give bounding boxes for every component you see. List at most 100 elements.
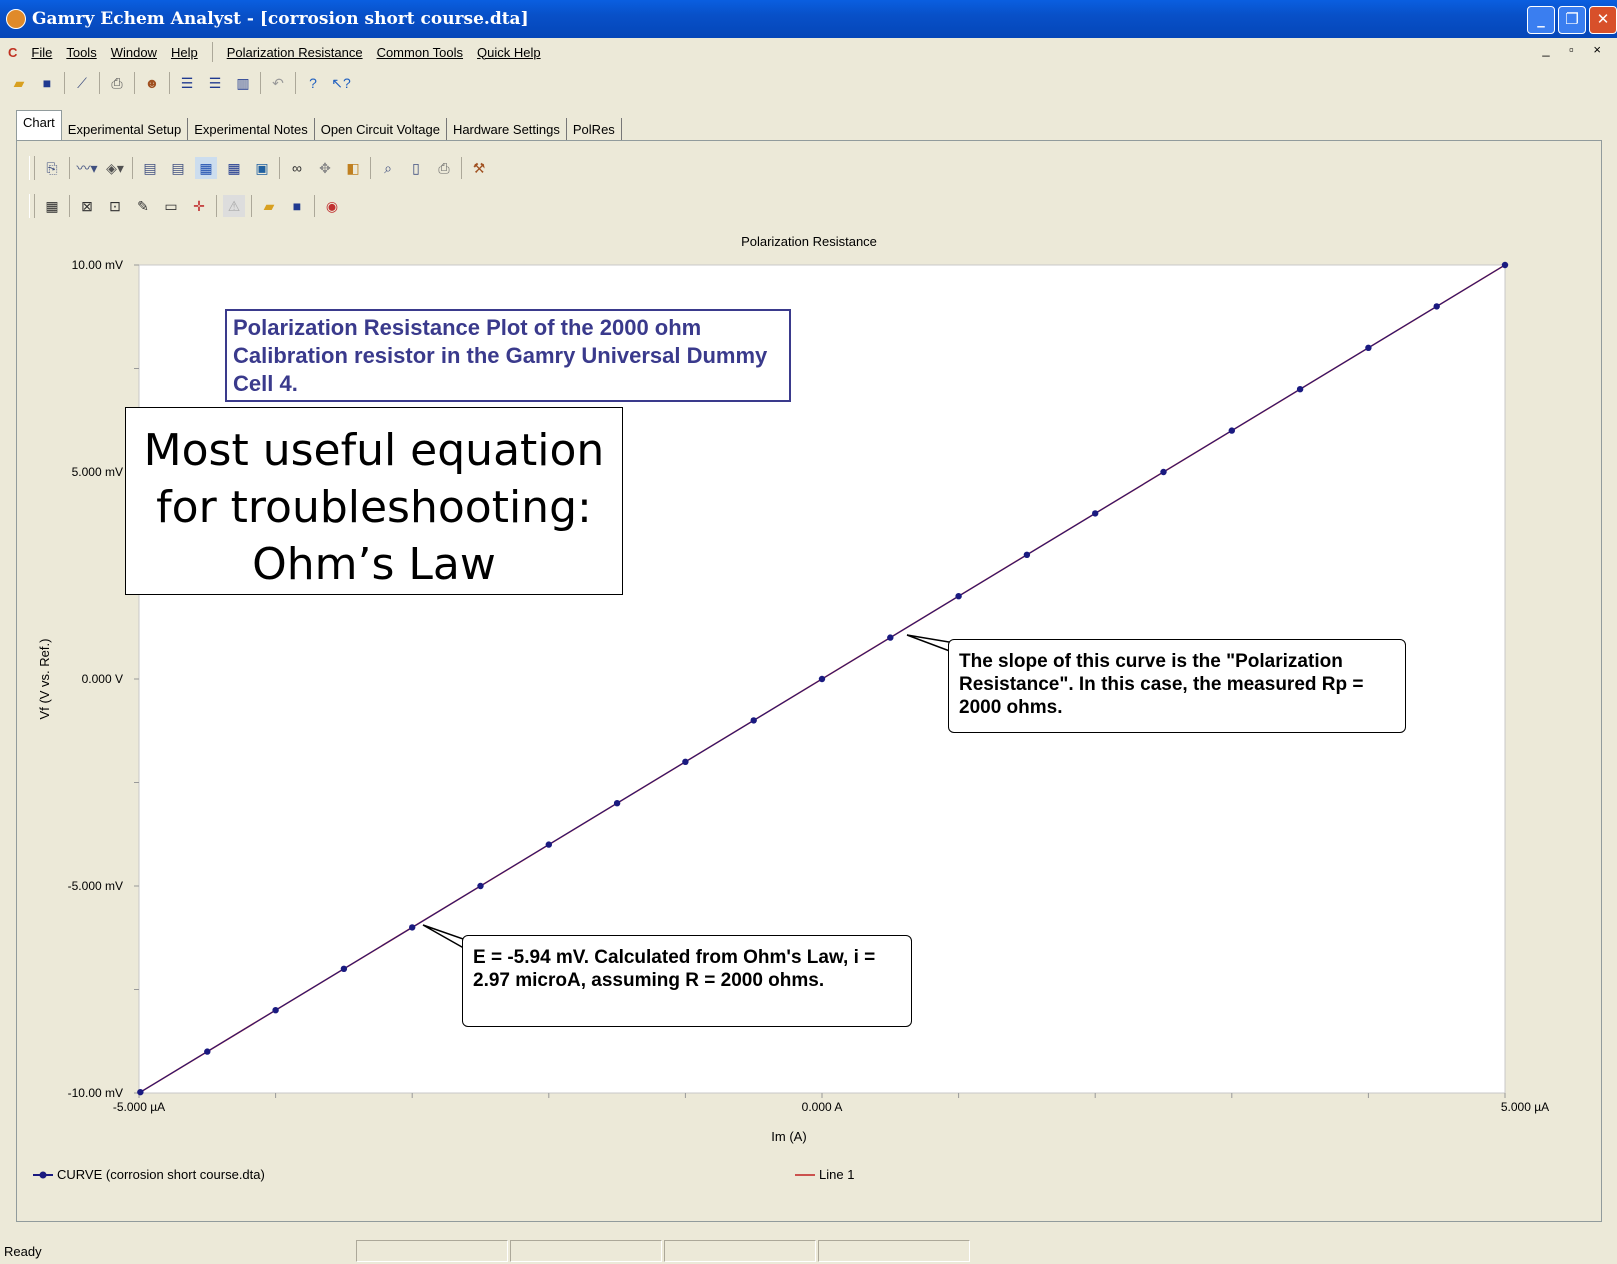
data-view-icon[interactable]: ▦ [195, 157, 217, 179]
slope-callout[interactable]: The slope of this curve is the "Polariza… [948, 639, 1406, 733]
chart-icon[interactable]: ⟋ [71, 72, 93, 94]
data-point[interactable] [137, 1088, 144, 1096]
pan-icon[interactable]: ✥ [314, 157, 336, 179]
properties-icon[interactable]: ▦ [41, 195, 63, 217]
tab-hardware-settings[interactable]: Hardware Settings [446, 118, 567, 141]
data-point[interactable] [272, 1007, 279, 1014]
toolbar-grip[interactable] [29, 156, 35, 180]
minimize-button[interactable]: _ [1527, 6, 1555, 34]
y-tick-label: 10.00 mV [72, 258, 123, 272]
toolbar-separator [134, 72, 135, 94]
tab-open-circuit-voltage[interactable]: Open Circuit Voltage [314, 118, 447, 141]
cascade-icon[interactable]: ☰ [204, 72, 226, 94]
tab-chart[interactable]: Chart [16, 110, 62, 141]
data-point[interactable] [1365, 344, 1372, 351]
y-tick-label: -5.000 mV [68, 879, 123, 893]
table-icon[interactable]: ▦ [223, 157, 245, 179]
zoom-icon[interactable]: ⌕ [377, 157, 399, 179]
save-template-icon[interactable]: ■ [286, 195, 308, 217]
status-panel-2 [510, 1240, 662, 1262]
copy-icon[interactable]: ⎘ [41, 157, 63, 179]
hammer-icon[interactable]: ⚒ [468, 157, 490, 179]
clipboard-icon[interactable]: ▭ [160, 195, 182, 217]
context-help-icon[interactable]: ↖? [330, 72, 352, 94]
select-x-icon[interactable]: ⊠ [76, 195, 98, 217]
tile-vertical-icon[interactable]: ▥ [232, 72, 254, 94]
eye-icon[interactable]: ◉ [321, 195, 343, 217]
menu-window[interactable]: Window [111, 45, 157, 60]
toolbar-separator [279, 157, 280, 179]
close-button[interactable]: ✕ [1589, 6, 1617, 34]
chart-toolbar-1: ⎘ 〰▾ ◈▾ ▤ ▤ ▦ ▦ ▣ ∞ ✥ ◧ ⌕ ▯ ⎙ ⚒ [29, 153, 490, 183]
legend-item-curve[interactable]: CURVE (corrosion short course.dta) [33, 1167, 265, 1182]
save-icon[interactable]: ■ [36, 72, 58, 94]
warning-icon[interactable]: ⚠ [223, 195, 245, 217]
chart-type-icon[interactable]: 〰▾ [76, 157, 98, 179]
data-point[interactable] [887, 634, 894, 641]
data-point[interactable] [1160, 468, 1167, 476]
y-tick-label: 5.000 mV [72, 465, 123, 479]
point-callout[interactable]: E = -5.94 mV. Calculated from Ohm's Law,… [462, 935, 912, 1027]
mdi-controls[interactable]: _ ▫ × [1542, 42, 1609, 57]
menu-file[interactable]: File [31, 45, 52, 60]
open-folder-icon[interactable]: ▰ [8, 72, 30, 94]
select-y-icon[interactable]: ⊡ [104, 195, 126, 217]
data-point[interactable] [1501, 261, 1509, 269]
user-icon[interactable]: ☻ [141, 72, 163, 94]
print-preview-icon[interactable]: ▯ [405, 157, 427, 179]
data-point[interactable] [750, 717, 757, 724]
toolbar-separator [99, 72, 100, 94]
tab-polres[interactable]: PolRes [566, 118, 622, 141]
restore-button[interactable]: ❐ [1558, 6, 1586, 34]
data-point[interactable] [1228, 427, 1236, 434]
data-point[interactable] [545, 841, 552, 848]
tab-experimental-setup[interactable]: Experimental Setup [61, 118, 189, 141]
menu-common-tools[interactable]: Common Tools [377, 45, 463, 60]
tab-experimental-notes[interactable]: Experimental Notes [188, 118, 315, 141]
menu-polarization-resistance[interactable]: Polarization Resistance [227, 45, 363, 60]
data-point[interactable] [204, 1048, 211, 1055]
x-axis-label: Im (A) [771, 1129, 806, 1144]
data-point[interactable] [1092, 510, 1099, 517]
document-icon[interactable]: C [8, 45, 17, 60]
main-toolbar: ▰ ■ ⟋ ⎙ ☻ ☰ ☰ ▥ ↶ ? ↖? [8, 68, 352, 98]
data-point[interactable] [1296, 386, 1304, 393]
menu-quick-help[interactable]: Quick Help [477, 45, 541, 60]
cursor-icon[interactable]: ✛ [188, 195, 210, 217]
freehand-select-icon[interactable]: ✎ [132, 195, 154, 217]
page2-icon[interactable]: ▤ [167, 157, 189, 179]
menu-bar: C File Tools Window Help Polarization Re… [0, 38, 1617, 66]
toolbar-grip[interactable] [29, 194, 35, 218]
print-icon[interactable]: ⎙ [106, 72, 128, 94]
fill-color-icon[interactable]: ◈▾ [104, 157, 126, 179]
status-panel-3 [664, 1240, 816, 1262]
undo-icon[interactable]: ↶ [267, 72, 289, 94]
zoom-box-icon[interactable]: ◧ [342, 157, 364, 179]
menu-help[interactable]: Help [171, 45, 198, 60]
legend-item-line1[interactable]: Line 1 [795, 1167, 854, 1182]
data-point[interactable] [1433, 303, 1440, 310]
data-point[interactable] [340, 965, 348, 972]
legend-label-line1: Line 1 [819, 1167, 855, 1182]
data-point[interactable] [818, 675, 826, 683]
print-chart-icon[interactable]: ⎙ [433, 157, 455, 179]
open-template-icon[interactable]: ▰ [258, 195, 280, 217]
title-bar: Gamry Echem Analyst - [corrosion short c… [0, 0, 1617, 38]
tile-horizontal-icon[interactable]: ☰ [176, 72, 198, 94]
data-point[interactable] [1023, 551, 1031, 558]
data-point[interactable] [682, 758, 689, 765]
data-point[interactable] [613, 800, 621, 807]
status-text: Ready [4, 1243, 42, 1259]
tab-strip: Chart Experimental Setup Experimental No… [16, 110, 622, 141]
menu-tools[interactable]: Tools [66, 45, 96, 60]
data-point[interactable] [477, 882, 484, 890]
data-point[interactable] [955, 593, 962, 600]
menu-separator [211, 42, 213, 62]
data-point[interactable] [409, 924, 416, 931]
y-axis-label: Vf (V vs. Ref.) [37, 639, 52, 720]
help-icon[interactable]: ? [302, 72, 324, 94]
page-icon[interactable]: ▤ [139, 157, 161, 179]
image-icon[interactable]: ▣ [251, 157, 273, 179]
toolbar-separator [64, 72, 65, 94]
binoculars-icon[interactable]: ∞ [286, 157, 308, 179]
